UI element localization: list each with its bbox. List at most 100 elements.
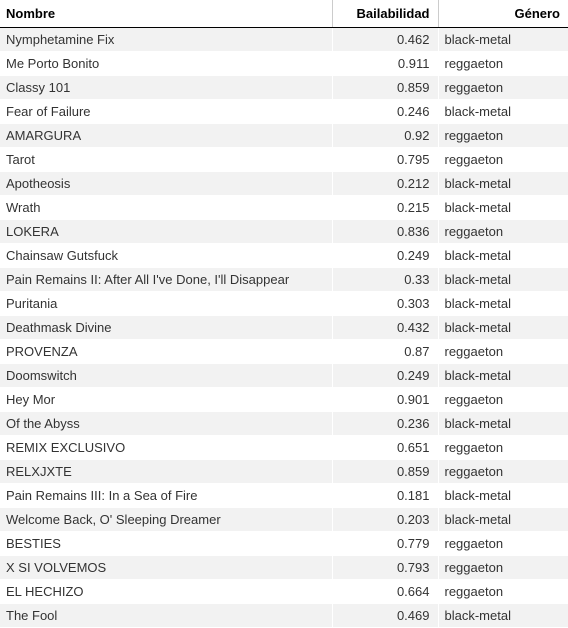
table-row: RELXJXTE0.859reggaeton bbox=[0, 460, 568, 484]
cell-name: Pain Remains III: In a Sea of Fire bbox=[0, 484, 332, 508]
cell-bailabilidad: 0.859 bbox=[332, 460, 438, 484]
cell-bailabilidad: 0.911 bbox=[332, 52, 438, 76]
cell-bailabilidad: 0.33 bbox=[332, 268, 438, 292]
cell-genero: reggaeton bbox=[438, 220, 568, 244]
cell-name: The Fool bbox=[0, 604, 332, 628]
cell-bailabilidad: 0.246 bbox=[332, 100, 438, 124]
col-header-genero: Género bbox=[438, 0, 568, 28]
cell-genero: reggaeton bbox=[438, 340, 568, 364]
table-row: Tarot0.795reggaeton bbox=[0, 148, 568, 172]
cell-genero: black-metal bbox=[438, 508, 568, 532]
cell-bailabilidad: 0.236 bbox=[332, 412, 438, 436]
cell-genero: reggaeton bbox=[438, 532, 568, 556]
table-row: Of the Abyss0.236black-metal bbox=[0, 412, 568, 436]
cell-name: Wrath bbox=[0, 196, 332, 220]
cell-bailabilidad: 0.901 bbox=[332, 388, 438, 412]
cell-genero: reggaeton bbox=[438, 388, 568, 412]
cell-genero: black-metal bbox=[438, 292, 568, 316]
cell-name: Welcome Back, O' Sleeping Dreamer bbox=[0, 508, 332, 532]
table-row: Hey Mor0.901reggaeton bbox=[0, 388, 568, 412]
table-row: Pain Remains III: In a Sea of Fire0.181b… bbox=[0, 484, 568, 508]
table-row: Doomswitch0.249black-metal bbox=[0, 364, 568, 388]
col-header-bailabilidad: Bailabilidad bbox=[332, 0, 438, 28]
cell-bailabilidad: 0.249 bbox=[332, 364, 438, 388]
cell-genero: black-metal bbox=[438, 316, 568, 340]
cell-bailabilidad: 0.432 bbox=[332, 316, 438, 340]
table-row: REMIX EXCLUSIVO0.651reggaeton bbox=[0, 436, 568, 460]
cell-name: Hey Mor bbox=[0, 388, 332, 412]
cell-bailabilidad: 0.795 bbox=[332, 148, 438, 172]
table-row: BESTIES0.779reggaeton bbox=[0, 532, 568, 556]
cell-name: AMARGURA bbox=[0, 124, 332, 148]
cell-name: Of the Abyss bbox=[0, 412, 332, 436]
cell-bailabilidad: 0.664 bbox=[332, 580, 438, 604]
col-header-name: Nombre bbox=[0, 0, 332, 28]
cell-bailabilidad: 0.303 bbox=[332, 292, 438, 316]
cell-genero: reggaeton bbox=[438, 556, 568, 580]
cell-genero: black-metal bbox=[438, 28, 568, 52]
table-row: X SI VOLVEMOS0.793reggaeton bbox=[0, 556, 568, 580]
cell-genero: reggaeton bbox=[438, 148, 568, 172]
table-row: Welcome Back, O' Sleeping Dreamer0.203bl… bbox=[0, 508, 568, 532]
table-row: Pain Remains II: After All I've Done, I'… bbox=[0, 268, 568, 292]
cell-bailabilidad: 0.181 bbox=[332, 484, 438, 508]
table-row: The Fool0.469black-metal bbox=[0, 604, 568, 628]
table-row: Me Porto Bonito0.911reggaeton bbox=[0, 52, 568, 76]
cell-genero: black-metal bbox=[438, 604, 568, 628]
table-row: EL HECHIZO0.664reggaeton bbox=[0, 580, 568, 604]
cell-name: PROVENZA bbox=[0, 340, 332, 364]
cell-genero: black-metal bbox=[438, 244, 568, 268]
table-row: Fear of Failure0.246black-metal bbox=[0, 100, 568, 124]
cell-name: Chainsaw Gutsfuck bbox=[0, 244, 332, 268]
cell-genero: black-metal bbox=[438, 268, 568, 292]
songs-table: Nombre Bailabilidad Género Nymphetamine … bbox=[0, 0, 568, 628]
cell-genero: reggaeton bbox=[438, 52, 568, 76]
table-row: Nymphetamine Fix0.462black-metal bbox=[0, 28, 568, 52]
cell-genero: black-metal bbox=[438, 172, 568, 196]
table-row: Classy 1010.859reggaeton bbox=[0, 76, 568, 100]
cell-bailabilidad: 0.651 bbox=[332, 436, 438, 460]
cell-bailabilidad: 0.469 bbox=[332, 604, 438, 628]
cell-name: Classy 101 bbox=[0, 76, 332, 100]
cell-genero: reggaeton bbox=[438, 460, 568, 484]
cell-name: Tarot bbox=[0, 148, 332, 172]
cell-name: Nymphetamine Fix bbox=[0, 28, 332, 52]
table-row: Wrath0.215black-metal bbox=[0, 196, 568, 220]
cell-name: Fear of Failure bbox=[0, 100, 332, 124]
cell-genero: black-metal bbox=[438, 196, 568, 220]
cell-bailabilidad: 0.203 bbox=[332, 508, 438, 532]
cell-bailabilidad: 0.793 bbox=[332, 556, 438, 580]
cell-name: RELXJXTE bbox=[0, 460, 332, 484]
cell-name: BESTIES bbox=[0, 532, 332, 556]
cell-bailabilidad: 0.212 bbox=[332, 172, 438, 196]
table-row: Chainsaw Gutsfuck0.249black-metal bbox=[0, 244, 568, 268]
cell-name: REMIX EXCLUSIVO bbox=[0, 436, 332, 460]
cell-genero: black-metal bbox=[438, 364, 568, 388]
cell-bailabilidad: 0.249 bbox=[332, 244, 438, 268]
cell-name: Me Porto Bonito bbox=[0, 52, 332, 76]
cell-bailabilidad: 0.462 bbox=[332, 28, 438, 52]
cell-name: Doomswitch bbox=[0, 364, 332, 388]
table-row: PROVENZA0.87reggaeton bbox=[0, 340, 568, 364]
cell-genero: reggaeton bbox=[438, 124, 568, 148]
table-row: Apotheosis0.212black-metal bbox=[0, 172, 568, 196]
cell-genero: reggaeton bbox=[438, 436, 568, 460]
table-row: Puritania0.303black-metal bbox=[0, 292, 568, 316]
cell-genero: black-metal bbox=[438, 100, 568, 124]
cell-genero: reggaeton bbox=[438, 76, 568, 100]
cell-name: X SI VOLVEMOS bbox=[0, 556, 332, 580]
cell-bailabilidad: 0.836 bbox=[332, 220, 438, 244]
cell-name: Pain Remains II: After All I've Done, I'… bbox=[0, 268, 332, 292]
cell-bailabilidad: 0.215 bbox=[332, 196, 438, 220]
cell-genero: black-metal bbox=[438, 484, 568, 508]
cell-genero: reggaeton bbox=[438, 580, 568, 604]
cell-bailabilidad: 0.779 bbox=[332, 532, 438, 556]
cell-bailabilidad: 0.87 bbox=[332, 340, 438, 364]
cell-name: Puritania bbox=[0, 292, 332, 316]
cell-bailabilidad: 0.92 bbox=[332, 124, 438, 148]
table-row: LOKERA0.836reggaeton bbox=[0, 220, 568, 244]
cell-name: Deathmask Divine bbox=[0, 316, 332, 340]
cell-bailabilidad: 0.859 bbox=[332, 76, 438, 100]
cell-name: Apotheosis bbox=[0, 172, 332, 196]
cell-name: LOKERA bbox=[0, 220, 332, 244]
